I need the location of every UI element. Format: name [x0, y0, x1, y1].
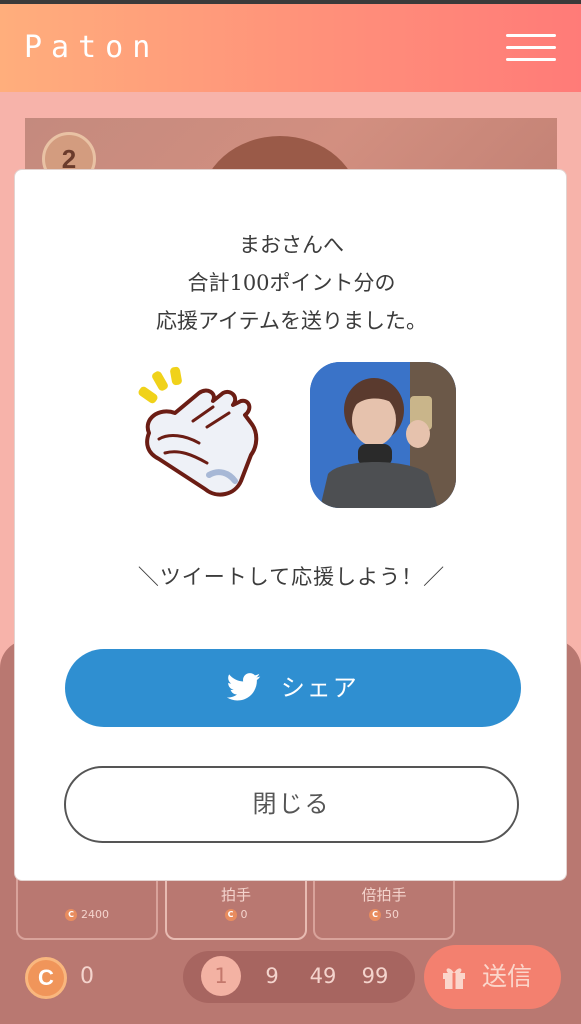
- support-complete-dialog: まおさんへ 合計100ポイント分の 応援アイテムを送りました。 ＼ツイートして応…: [14, 169, 567, 881]
- coin-icon: C: [369, 909, 381, 921]
- item-cost: C 2400: [18, 908, 156, 921]
- bottom-tabs: [0, 1014, 581, 1024]
- coin-icon: C: [25, 957, 67, 999]
- coin-icon: C: [65, 909, 77, 921]
- quantity-option[interactable]: 99: [355, 956, 395, 996]
- close-button[interactable]: 閉じる: [64, 766, 519, 843]
- clapping-hands-icon: [138, 366, 259, 497]
- dialog-message: まおさんへ 合計100ポイント分の 応援アイテムを送りました。: [15, 226, 568, 340]
- share-button[interactable]: シェア: [65, 649, 521, 727]
- share-label: シェア: [280, 674, 359, 702]
- message-line: 合計100ポイント分の: [187, 271, 396, 295]
- tweet-prompt: ＼ツイートして応援しよう！／: [137, 565, 446, 589]
- message-line: 応援アイテムを送りました。: [156, 309, 427, 333]
- quantity-option[interactable]: 1: [201, 956, 241, 996]
- item-label: 拍手: [220, 886, 251, 904]
- send-button[interactable]: 送信: [424, 945, 561, 1009]
- coin-balance: 0: [80, 964, 94, 989]
- twitter-bird-icon: [227, 673, 261, 701]
- send-label: 送信: [482, 962, 533, 991]
- item-cost: C 50: [315, 908, 453, 921]
- item-cost: C0: [167, 908, 305, 921]
- app-header: Paton: [0, 4, 581, 92]
- quantity-option[interactable]: 9: [252, 956, 292, 996]
- item-label: [18, 884, 156, 904]
- app-logo[interactable]: Paton: [24, 30, 159, 65]
- coin-icon: C: [224, 909, 237, 921]
- quantity-option[interactable]: 49: [303, 956, 343, 996]
- cast-photo: [310, 362, 456, 508]
- gift-icon: [443, 968, 465, 989]
- hamburger-menu-icon[interactable]: [506, 34, 556, 64]
- message-line: まおさんへ: [239, 233, 344, 257]
- item-label: 倍拍手: [361, 886, 407, 904]
